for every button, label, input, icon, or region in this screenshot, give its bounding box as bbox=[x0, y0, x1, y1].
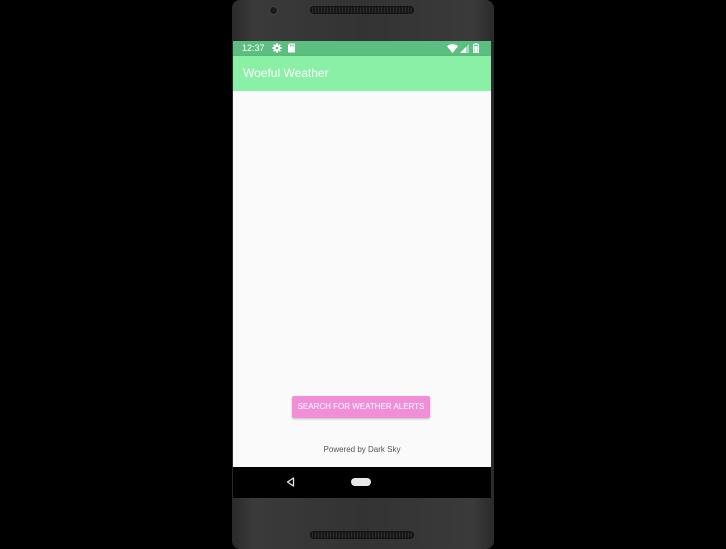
gear-icon bbox=[272, 43, 282, 53]
device-screen: 12:37 Woeful Weather SEARCH FOR WEATHER … bbox=[233, 41, 491, 498]
emulator-stage: 12:37 Woeful Weather SEARCH FOR WEATHER … bbox=[0, 0, 726, 549]
battery-icon bbox=[473, 43, 479, 53]
signal-icon bbox=[460, 44, 469, 53]
wifi-icon bbox=[447, 44, 458, 53]
powered-by-label: Powered by Dark Sky bbox=[323, 445, 401, 454]
main-content: SEARCH FOR WEATHER ALERTS Powered by Dar… bbox=[233, 91, 491, 467]
home-icon[interactable] bbox=[351, 478, 371, 486]
navigation-bar bbox=[233, 467, 491, 498]
phone-frame: 12:37 Woeful Weather SEARCH FOR WEATHER … bbox=[232, 0, 494, 549]
app-title: Woeful Weather bbox=[243, 66, 329, 80]
top-speaker-grille bbox=[310, 6, 414, 14]
sd-card-icon bbox=[288, 43, 295, 53]
search-weather-alerts-button[interactable]: SEARCH FOR WEATHER ALERTS bbox=[292, 396, 430, 418]
status-time: 12:37 bbox=[242, 43, 265, 53]
status-bar: 12:37 bbox=[233, 41, 491, 56]
app-bar: Woeful Weather bbox=[233, 56, 491, 91]
front-camera bbox=[270, 7, 277, 14]
bottom-speaker-grille bbox=[310, 531, 414, 539]
back-icon[interactable] bbox=[286, 477, 295, 487]
